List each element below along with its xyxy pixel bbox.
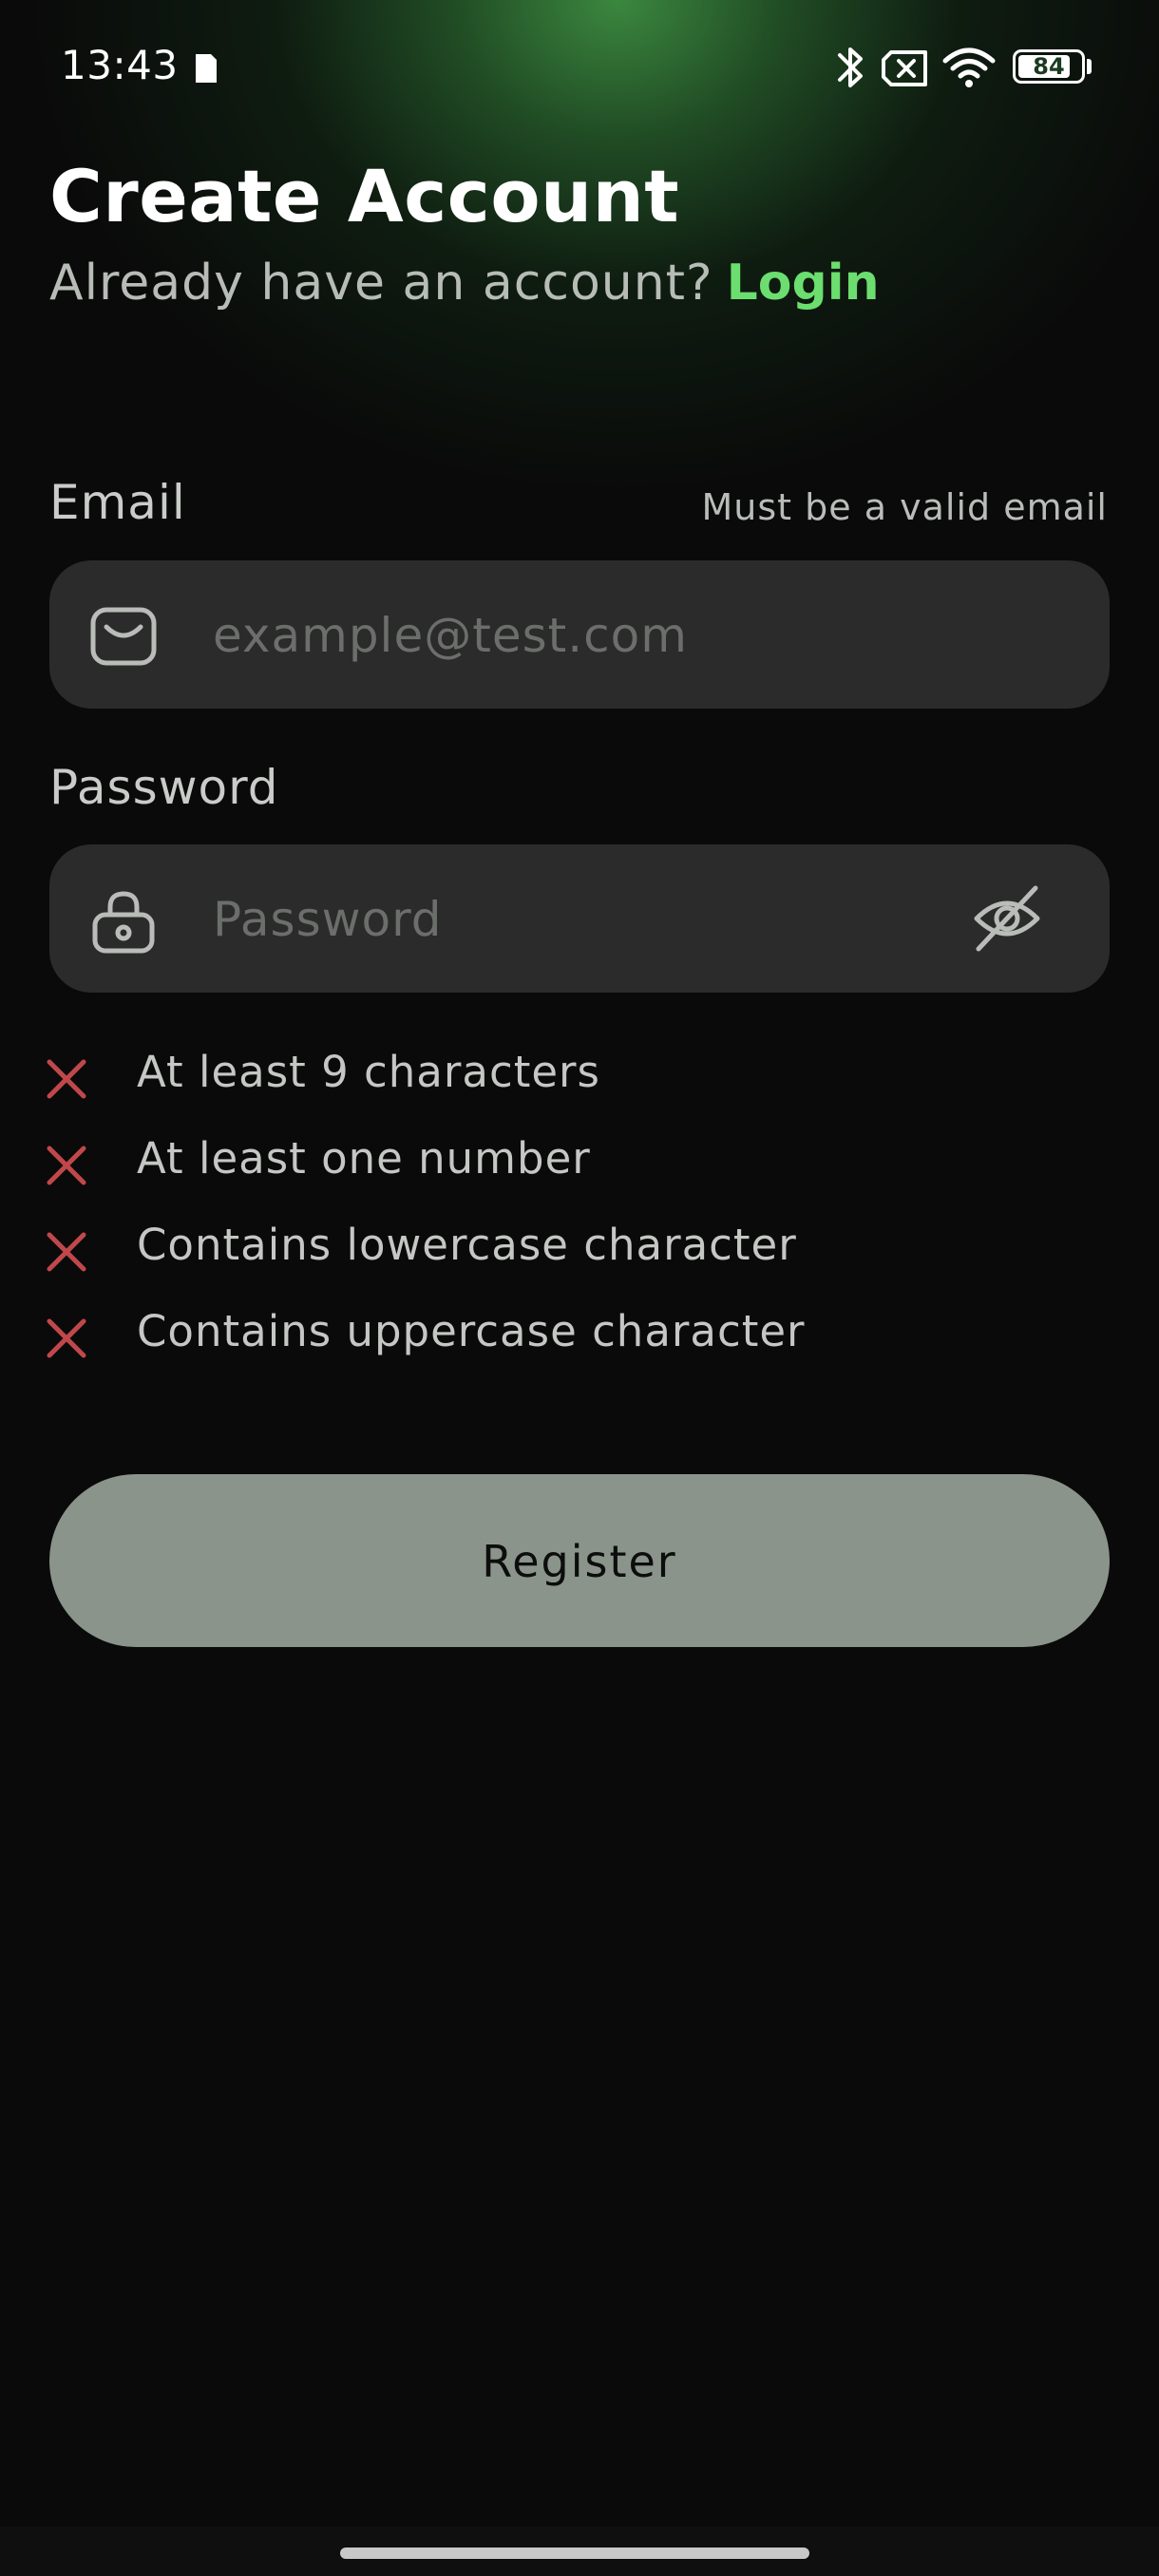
requirement-text: At least one number: [137, 1133, 591, 1184]
requirement-item: At least 9 characters: [44, 1045, 1089, 1131]
wifi-icon: [942, 47, 996, 87]
requirement-text: Contains uppercase character: [137, 1306, 806, 1356]
requirement-item: Contains lowercase character: [44, 1218, 1089, 1304]
x-icon: [47, 1059, 86, 1099]
email-input[interactable]: [211, 595, 937, 676]
requirement-text: At least 9 characters: [137, 1047, 600, 1097]
requirement-item: Contains uppercase character: [44, 1304, 1089, 1391]
register-button[interactable]: Register: [49, 1474, 1110, 1647]
login-link[interactable]: Login: [727, 255, 880, 312]
x-icon: [47, 1146, 86, 1185]
requirement-item: At least one number: [44, 1131, 1089, 1218]
email-field[interactable]: [49, 560, 1110, 709]
bluetooth-icon: [838, 47, 863, 87]
login-prompt-text: Already have an account?: [49, 255, 713, 312]
no-sim-icon: [882, 50, 927, 86]
email-label: Email: [49, 475, 186, 530]
page-title: Create Account: [49, 154, 680, 238]
password-input[interactable]: [211, 879, 937, 960]
battery-tip: [1087, 59, 1092, 74]
x-icon: [47, 1232, 86, 1272]
sim-card-icon: [196, 54, 217, 83]
envelope-icon: [90, 607, 157, 666]
requirement-text: Contains lowercase character: [137, 1220, 797, 1270]
password-field[interactable]: [49, 844, 1110, 993]
email-hint: Must be a valid email: [701, 486, 1108, 528]
status-bar: 13:43 84: [0, 0, 1159, 138]
home-indicator[interactable]: [340, 2548, 809, 2559]
eye-off-icon[interactable]: [971, 882, 1043, 955]
password-requirements: At least 9 characters At least one numbe…: [44, 1045, 1089, 1391]
lock-icon: [92, 891, 155, 954]
battery-level: 84: [1033, 53, 1065, 80]
x-icon: [47, 1318, 86, 1358]
password-label: Password: [49, 760, 279, 815]
status-time: 13:43: [61, 42, 179, 88]
battery-icon: 84: [1013, 49, 1085, 84]
login-prompt: Already have an account? Login: [49, 255, 880, 312]
